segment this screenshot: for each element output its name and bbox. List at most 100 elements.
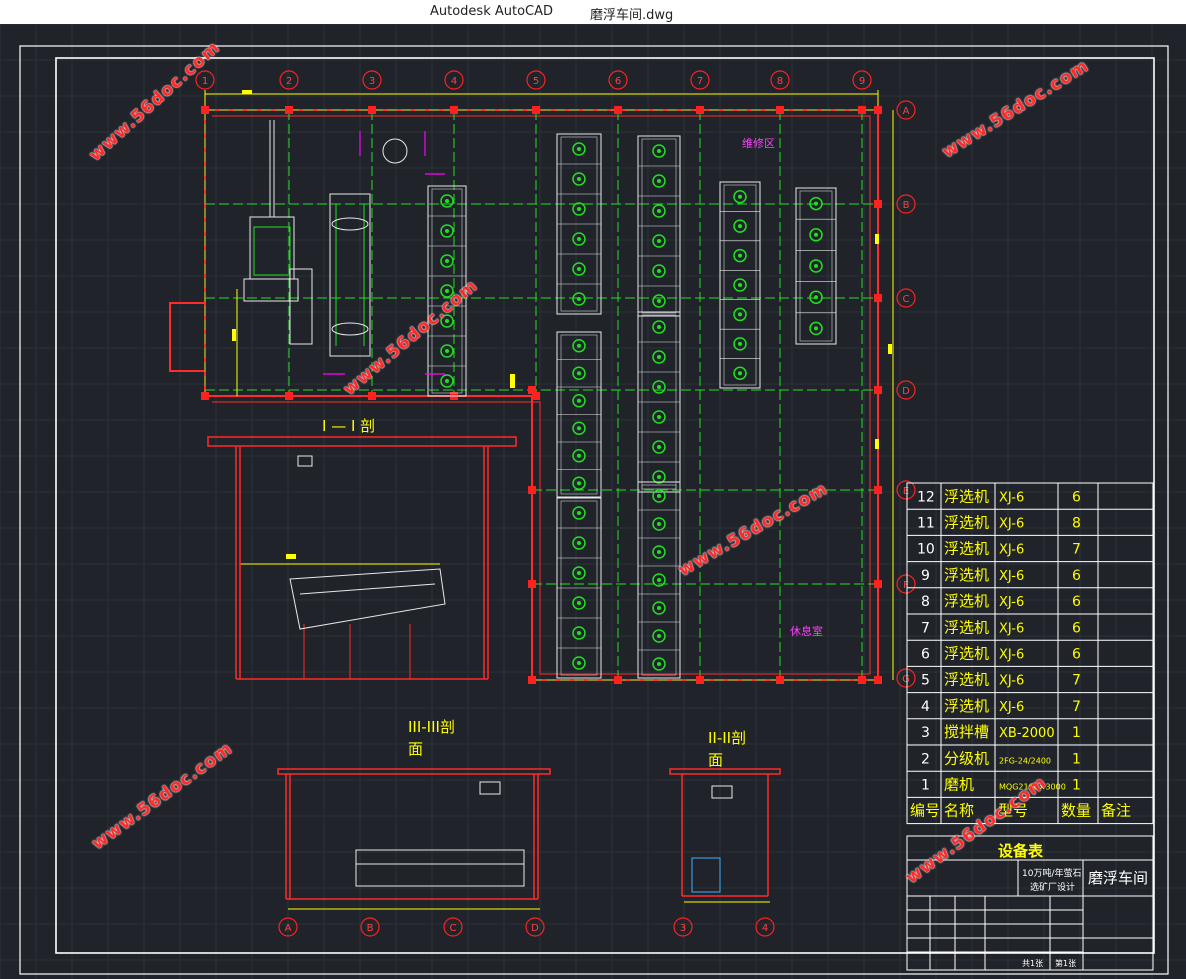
table-cell-qty: 7 (1072, 542, 1081, 558)
table-cell-no: 6 (921, 647, 930, 663)
flotation-banks (427, 133, 837, 679)
file-name: 磨浮车间.dwg (590, 8, 674, 23)
table-header-cell: 名称 (944, 802, 974, 820)
svg-text:E: E (903, 486, 909, 497)
section-2-2-equipment (691, 785, 733, 893)
section-title-3-line1: III-III剖 (408, 718, 455, 736)
svg-text:D: D (902, 386, 910, 397)
svg-text:1: 1 (202, 76, 208, 87)
table-cell-name: 浮选机 (944, 697, 989, 715)
section-title-2-line1: II-II剖 (708, 729, 746, 747)
table-header-cell: 备注 (1101, 802, 1131, 820)
svg-text:C: C (903, 294, 910, 305)
table-title: 设备表 (998, 842, 1044, 860)
section-1-1 (207, 436, 517, 680)
table-cell-name: 浮选机 (944, 645, 989, 663)
table-cell-name: 浮选机 (944, 566, 989, 584)
svg-text:G: G (902, 674, 910, 685)
table-cell-no: 4 (921, 699, 930, 715)
table-cell-qty: 7 (1072, 673, 1081, 689)
section-title-3-line2: 面 (408, 740, 423, 758)
app-name: Autodesk AutoCAD (430, 4, 554, 19)
table-cell-model: XJ-6 (999, 517, 1024, 532)
table-cell-model: XJ-6 (999, 700, 1024, 715)
svg-text:4: 4 (451, 76, 457, 87)
table-cell-name: 浮选机 (944, 514, 989, 532)
table-cell-no: 10 (917, 542, 935, 558)
table-cell-name: 浮选机 (944, 618, 989, 636)
sheet-number: 第1张 (1055, 958, 1076, 968)
table-cell-qty: 1 (1072, 751, 1081, 767)
outer-frame (19, 45, 1169, 975)
table-cell-model: XJ-6 (999, 621, 1024, 636)
svg-text:3: 3 (369, 76, 375, 87)
svg-text:A: A (285, 923, 292, 934)
drawing-name: 磨浮车间 (1088, 869, 1148, 887)
svg-text:5: 5 (533, 76, 539, 87)
table-cell-no: 7 (921, 620, 930, 636)
table-cell-no: 9 (921, 568, 930, 584)
table-cell-no: 8 (921, 594, 930, 610)
table-cell-model: XJ-6 (999, 543, 1024, 558)
area-label-repair: 维修区 (742, 136, 775, 150)
table-cell-qty: 8 (1072, 516, 1081, 532)
table-header-cell: 数量 (1061, 802, 1091, 820)
svg-text:7: 7 (697, 76, 703, 87)
table-cell-name: 分级机 (944, 749, 989, 767)
svg-text:9: 9 (859, 76, 865, 87)
svg-text:8: 8 (777, 76, 783, 87)
project-name-line2: 选矿厂设计 (1030, 881, 1075, 893)
table-cell-name: 浮选机 (944, 487, 989, 505)
table-cell-no: 1 (921, 778, 930, 794)
table-cell-model: XJ-6 (999, 648, 1024, 663)
svg-text:F: F (903, 580, 909, 591)
table-cell-model: XJ-6 (999, 490, 1024, 505)
cad-drawing[interactable]: 1 2 3 4 5 6 7 8 9ABCDEFGA B C D 3 4 I — I 剖 III-III剖 … (0, 24, 1186, 979)
area-label-rest: 休息室 (790, 624, 823, 638)
table-cell-no: 2 (921, 751, 930, 767)
dimension-ticks (232, 90, 892, 559)
table-cell-no: 3 (921, 725, 930, 741)
sheet-total: 共1张 (1022, 959, 1043, 968)
section-3-3 (277, 768, 551, 900)
svg-text:6: 6 (615, 76, 621, 87)
table-cell-no: 5 (921, 673, 930, 689)
svg-text:C: C (450, 923, 457, 934)
plan-building (169, 109, 879, 681)
section-title-2-line2: 面 (708, 751, 723, 769)
table-cell-qty: 6 (1072, 568, 1081, 584)
section-title-1: I — I 剖 (322, 417, 375, 435)
table-cell-no: 12 (917, 489, 935, 505)
table-cell-model: XJ-6 (999, 674, 1024, 689)
table-cell-name: 浮选机 (944, 671, 989, 689)
table-cell-qty: 6 (1072, 489, 1081, 505)
table-header-cell: 编号 (910, 802, 940, 820)
table-cell-name: 磨机 (944, 776, 974, 794)
table-cell-qty: 7 (1072, 699, 1081, 715)
section-marks (323, 131, 445, 375)
table-cell-qty: 6 (1072, 647, 1081, 663)
table-cell-qty: 1 (1072, 778, 1081, 794)
spiral-classifier (329, 138, 408, 357)
svg-text:3: 3 (680, 923, 686, 934)
table-cell-qty: 1 (1072, 725, 1081, 741)
table-cell-no: 11 (917, 516, 935, 532)
svg-text:4: 4 (762, 923, 768, 934)
section-3-3-equipment (355, 781, 525, 887)
table-cell-name: 浮选机 (944, 540, 989, 558)
table-cell-model: 2FG-24/2400 (999, 756, 1051, 765)
table-cell-model: XJ-6 (999, 569, 1024, 584)
grinding-mill (243, 120, 313, 345)
svg-text:2: 2 (286, 76, 292, 87)
table-cell-model: XB-2000 (999, 726, 1055, 741)
table-cell-qty: 6 (1072, 620, 1081, 636)
drawing-canvas[interactable]: 123456789ABCDEFGABCD34 I — I 剖 III-III剖 … (0, 24, 1186, 979)
svg-text:B: B (367, 923, 374, 934)
project-name-line1: 10万吨/年萤石 (1022, 867, 1082, 879)
svg-text:B: B (903, 200, 910, 211)
table-cell-name: 搅拌槽 (944, 723, 989, 741)
table-cell-qty: 6 (1072, 594, 1081, 610)
section-2-2 (669, 768, 781, 897)
title-bar: Autodesk AutoCAD 磨浮车间.dwg (0, 0, 1186, 24)
svg-text:D: D (531, 923, 539, 934)
